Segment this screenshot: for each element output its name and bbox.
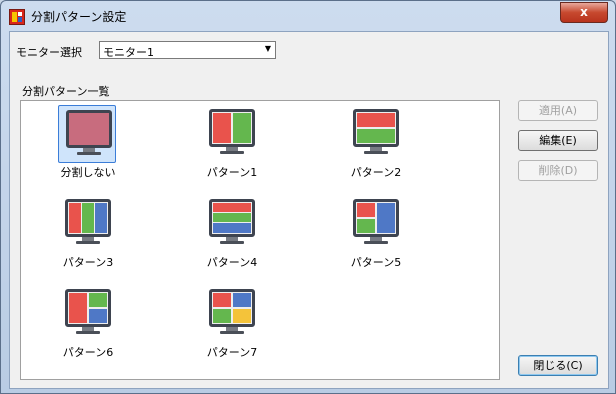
dropdown-arrow-icon: ▼ [264, 44, 271, 53]
pattern-label: パターン5 [350, 256, 402, 269]
pattern-item-unsplit[interactable]: 分割しない [33, 105, 143, 191]
title-bar[interactable]: 分割パターン設定 x [1, 1, 615, 30]
pattern-label: パターン1 [206, 166, 258, 179]
window-title: 分割パターン設定 [31, 10, 127, 24]
pattern-label: パターン6 [62, 346, 114, 359]
pattern-item-1[interactable]: パターン1 [177, 109, 287, 191]
monitor-icon [58, 105, 116, 163]
monitor-icon [209, 199, 255, 244]
pattern-label: パターン3 [62, 256, 114, 269]
pattern-item-4[interactable]: パターン4 [177, 199, 287, 281]
pattern-label: 分割しない [60, 166, 116, 179]
monitor-selected-value: モニター1 [103, 46, 154, 59]
monitor-icon [353, 199, 399, 244]
pattern-item-2[interactable]: パターン2 [321, 109, 431, 191]
pattern-list[interactable]: 分割しない パターン1 パターン2 パターン3 パターン4 パターン5 パターン… [20, 100, 500, 380]
monitor-icon [353, 109, 399, 154]
close-button[interactable]: 閉じる(C) [518, 355, 598, 376]
dialog-window: 分割パターン設定 x モニター選択 モニター1 ▼ 分割パターン一覧 分割しない [0, 0, 616, 394]
monitor-icon [65, 289, 111, 334]
apply-button[interactable]: 適用(A) [518, 100, 598, 121]
delete-button[interactable]: 削除(D) [518, 160, 598, 181]
pattern-item-3[interactable]: パターン3 [33, 199, 143, 281]
dialog-body: モニター選択 モニター1 ▼ 分割パターン一覧 分割しない パターン1 パターン… [9, 31, 609, 389]
pattern-item-7[interactable]: パターン7 [177, 289, 287, 371]
pattern-list-label: 分割パターン一覧 [22, 85, 110, 98]
monitor-select-dropdown[interactable]: モニター1 ▼ [99, 41, 276, 59]
monitor-icon [209, 109, 255, 154]
pattern-label: パターン2 [350, 166, 402, 179]
monitor-icon [65, 199, 111, 244]
pattern-label: パターン4 [206, 256, 258, 269]
app-icon [9, 9, 25, 25]
edit-button[interactable]: 編集(E) [518, 130, 598, 151]
monitor-icon [209, 289, 255, 334]
pattern-label: パターン7 [206, 346, 258, 359]
pattern-item-6[interactable]: パターン6 [33, 289, 143, 371]
monitor-select-label: モニター選択 [16, 46, 82, 59]
pattern-item-5[interactable]: パターン5 [321, 199, 431, 281]
close-window-button[interactable]: x [560, 2, 608, 23]
